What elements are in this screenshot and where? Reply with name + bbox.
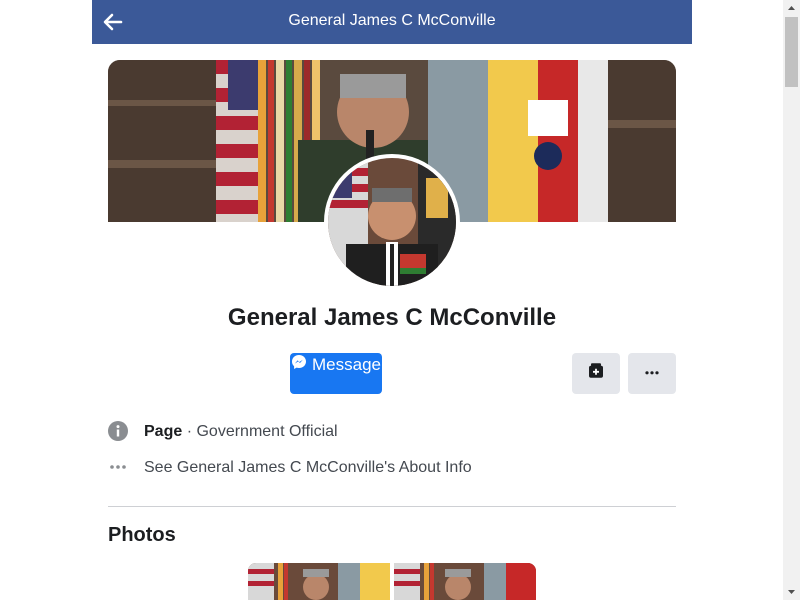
more-icon: [645, 370, 659, 374]
page-label: Page: [144, 423, 183, 440]
scroll-up-button[interactable]: [783, 0, 800, 17]
vertical-scrollbar[interactable]: [783, 0, 800, 600]
about-info-row[interactable]: See General James C McConville's About I…: [108, 457, 676, 479]
photo-image: [248, 563, 390, 600]
scrollbar-thumb[interactable]: [785, 17, 798, 87]
scroll-down-button[interactable]: [783, 583, 800, 600]
more-dots-icon: [110, 465, 126, 469]
save-button[interactable]: [572, 353, 620, 394]
about-info-link[interactable]: See General James C McConville's About I…: [144, 459, 472, 477]
messenger-icon: [292, 355, 306, 369]
photo-image: [394, 563, 536, 600]
photos-section-title: Photos: [108, 524, 176, 546]
more-options-button[interactable]: [628, 353, 676, 394]
photo-thumbnail[interactable]: [248, 563, 390, 600]
avatar-image: [328, 158, 456, 286]
chevron-down-icon: [788, 590, 795, 594]
save-icon: [589, 362, 603, 378]
message-button[interactable]: Message: [290, 353, 382, 394]
header-title: General James C McConville: [288, 12, 496, 29]
message-button-label: Message: [312, 355, 381, 374]
chevron-up-icon: [788, 6, 795, 10]
profile-picture[interactable]: [324, 154, 460, 290]
info-separator: ·: [186, 423, 193, 440]
profile-name: General James C McConville: [227, 304, 557, 331]
top-app-bar: General James C McConville: [92, 0, 692, 44]
info-icon: [108, 421, 128, 441]
section-divider: [108, 506, 676, 507]
photo-thumbnail[interactable]: [394, 563, 536, 600]
page-category: Government Official: [196, 423, 338, 440]
page-category-row: Page · Government Official: [108, 421, 676, 443]
